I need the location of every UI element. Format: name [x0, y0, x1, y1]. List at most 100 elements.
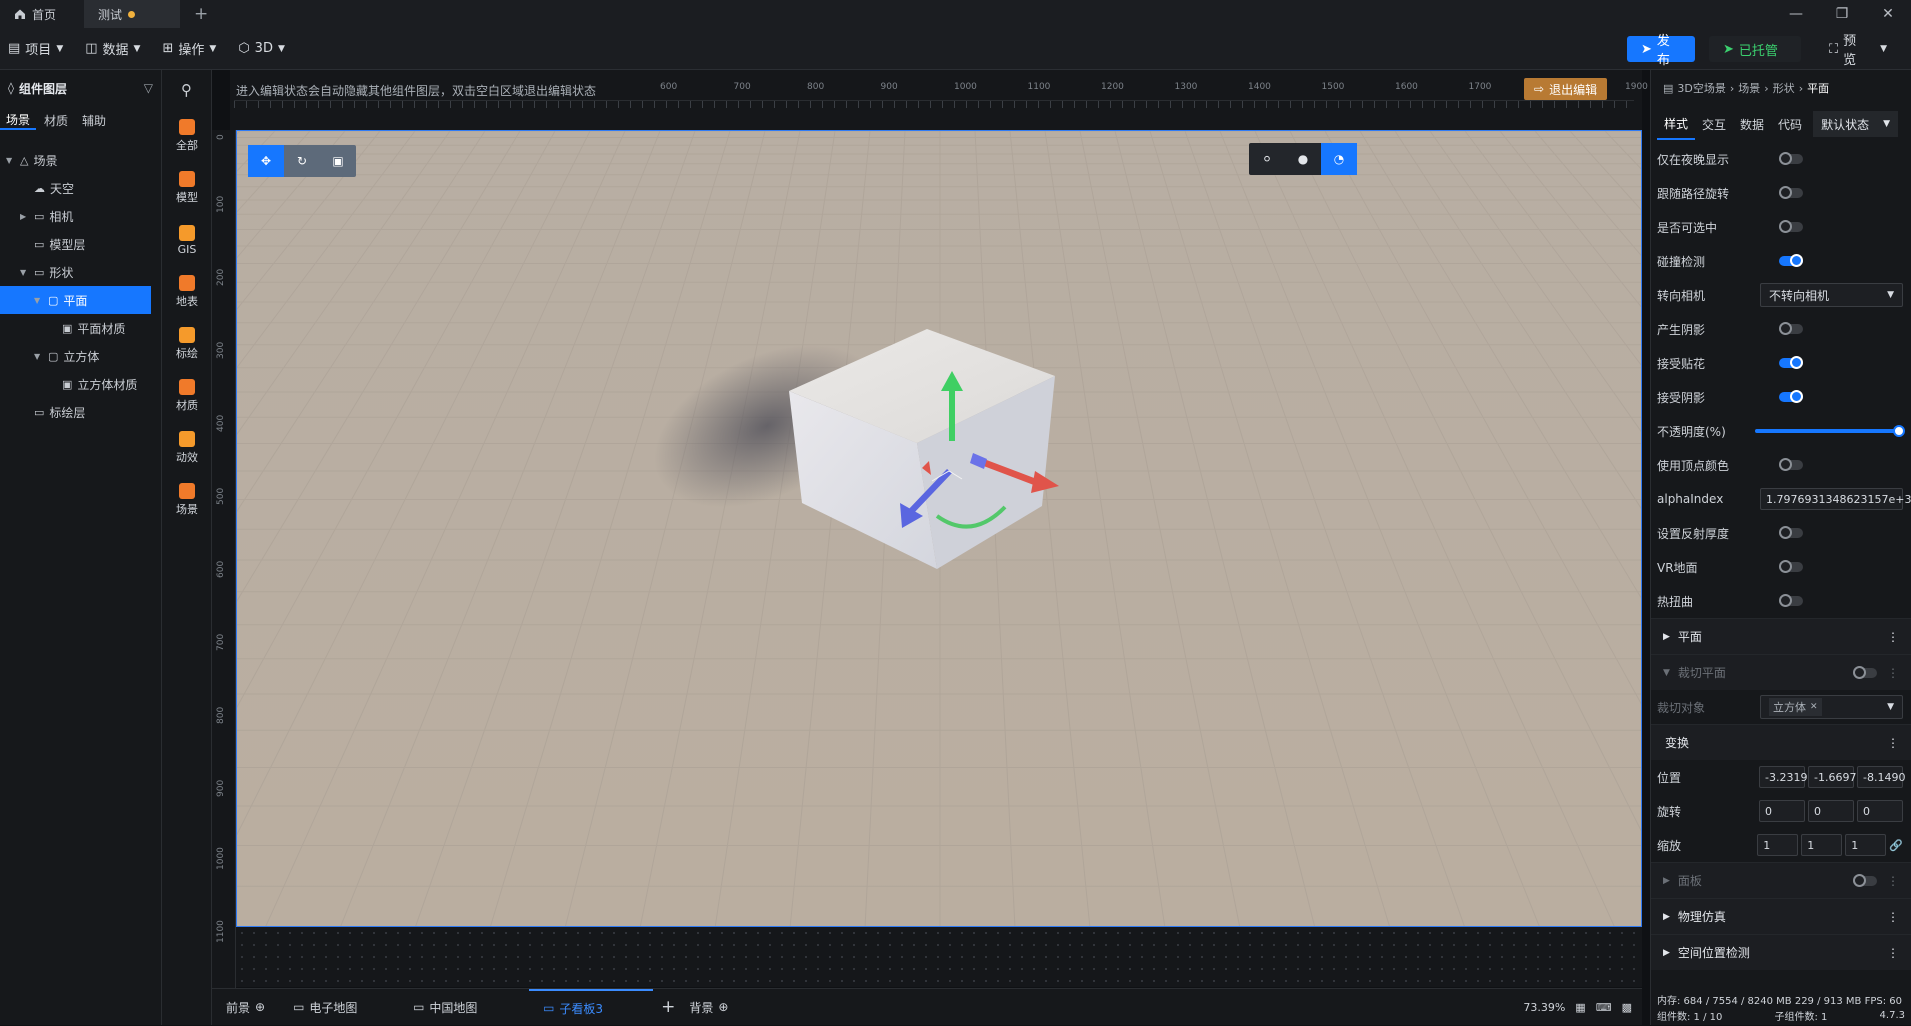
keyboard-icon[interactable]: ⌨	[1596, 1001, 1612, 1014]
more-icon[interactable]: ⋮	[1887, 630, 1899, 644]
breadcrumb-item[interactable]: 3D空场景	[1677, 80, 1725, 96]
prop-toggle[interactable]	[1779, 526, 1803, 539]
prop-toggle[interactable]	[1779, 186, 1803, 199]
close-icon[interactable]: ✕	[1865, 0, 1911, 28]
filter-icon[interactable]: ▽	[144, 81, 153, 95]
category-2[interactable]: GIS	[162, 214, 212, 266]
category-7[interactable]: 场景	[162, 474, 212, 526]
caret-right-icon[interactable]: ▶	[20, 212, 29, 221]
tab-test[interactable]: 测试	[84, 0, 180, 28]
prop-toggle[interactable]	[1779, 594, 1803, 607]
scale-x-input[interactable]: 1	[1757, 834, 1799, 856]
menu-data[interactable]: ◫ 数据 ▼	[85, 39, 140, 58]
category-6[interactable]: 动效	[162, 422, 212, 474]
rotation-y-input[interactable]: 0	[1808, 800, 1854, 822]
prop-toggle[interactable]	[1779, 560, 1803, 573]
clip-plane-toggle[interactable]	[1853, 665, 1877, 679]
caret-down-icon[interactable]: ▼	[34, 296, 43, 305]
more-icon[interactable]: ⋮	[1887, 666, 1899, 680]
fit-screen-icon[interactable]: ▦	[1575, 1001, 1585, 1014]
category-5[interactable]: 材质	[162, 370, 212, 422]
wireframe-globe-icon[interactable]: ⚪	[1249, 143, 1285, 175]
section-plane[interactable]: ▶ 平面 ⋮	[1651, 618, 1911, 654]
category-0[interactable]: 全部	[162, 110, 212, 162]
breadcrumb-item[interactable]: 场景	[1738, 80, 1760, 96]
tree-item[interactable]: ▭ 模型层	[0, 230, 161, 258]
prop-toggle[interactable]	[1779, 254, 1803, 267]
tree-item[interactable]: ▭ 标绘层	[0, 398, 161, 426]
plus-circle-icon[interactable]: ⊕	[718, 1000, 728, 1014]
category-4[interactable]: 标绘	[162, 318, 212, 370]
menu-operate[interactable]: ⊞ 操作 ▼	[162, 39, 216, 58]
menu-project[interactable]: ▤ 项目 ▼	[8, 39, 63, 58]
prop-toggle[interactable]	[1779, 356, 1803, 369]
board-tab-foreground[interactable]: 前景 ⊕	[212, 989, 279, 1026]
publish-button[interactable]: ➤ 发布	[1627, 34, 1695, 68]
clip-target-select[interactable]: 立方体 ✕ ▼	[1760, 695, 1903, 719]
tree-item[interactable]: ▣ 立方体材质	[0, 370, 161, 398]
rotation-z-input[interactable]: 0	[1857, 800, 1903, 822]
category-3[interactable]: 地表	[162, 266, 212, 318]
subtab-scene[interactable]: 场景	[0, 111, 37, 130]
exit-edit-button[interactable]: ⇨ 退出编辑	[1524, 78, 1608, 100]
prop-toggle[interactable]	[1779, 458, 1803, 471]
subtab-helper[interactable]: 辅助	[76, 112, 112, 129]
panel-toggle[interactable]	[1853, 873, 1877, 887]
section-clip-plane[interactable]: ▼ 裁切平面 ⋮	[1651, 654, 1911, 690]
console-icon[interactable]: ▩	[1622, 1001, 1632, 1014]
board-tab-background[interactable]: 背景 ⊕	[683, 989, 742, 1026]
prop-toggle[interactable]	[1779, 152, 1803, 165]
more-icon[interactable]: ⋮	[1887, 946, 1899, 960]
scale-y-input[interactable]: 1	[1801, 834, 1843, 856]
minimize-icon[interactable]: —	[1773, 0, 1819, 28]
restore-icon[interactable]: ❐	[1819, 0, 1865, 28]
section-transform[interactable]: 变换 ⋮	[1651, 724, 1911, 760]
scale-z-input[interactable]: 1	[1845, 834, 1887, 856]
alpha-index-input[interactable]: 1.7976931348623157e+308	[1760, 488, 1911, 510]
tab-style[interactable]: 样式	[1657, 109, 1696, 140]
state-select[interactable]: 默认状态 ▼	[1813, 111, 1898, 137]
opacity-slider[interactable]	[1755, 425, 1905, 437]
3d-viewport[interactable]: ✥ ↻ ▣ ⚪ ● ◔	[236, 130, 1642, 927]
shaded-sphere-icon[interactable]: ◔	[1321, 143, 1357, 175]
search-icon[interactable]: ⚲	[181, 81, 192, 99]
tree-item[interactable]: ▼ ▢ 立方体	[0, 342, 161, 370]
tree-item[interactable]: ▣ 平面材质	[0, 314, 161, 342]
board-tab-electronic-map[interactable]: ▭ 电子地图	[279, 989, 399, 1026]
canvas-background-area[interactable]	[236, 927, 1642, 987]
board-tab-sub-board-3[interactable]: ▭ 子看板3	[529, 988, 654, 1026]
caret-down-icon[interactable]: ▼	[34, 352, 43, 361]
tab-home[interactable]: 首页	[0, 0, 84, 28]
tab-interaction[interactable]: 交互	[1695, 110, 1733, 139]
prop-toggle[interactable]	[1779, 220, 1803, 233]
add-board-button[interactable]: +	[653, 989, 683, 1026]
more-icon[interactable]: ⋮	[1887, 874, 1899, 888]
category-1[interactable]: 模型	[162, 162, 212, 214]
section-physics[interactable]: ▶ 物理仿真 ⋮	[1651, 898, 1911, 934]
scale-tool-button[interactable]: ▣	[320, 145, 356, 177]
new-tab-button[interactable]: +	[180, 0, 222, 28]
caret-down-icon[interactable]: ▼	[6, 156, 15, 165]
tree-item[interactable]: ▼ △ 场景	[0, 146, 161, 174]
menu-3d[interactable]: ⬡ 3D ▼	[238, 41, 285, 56]
tab-code[interactable]: 代码	[1771, 110, 1809, 139]
move-tool-button[interactable]: ✥	[248, 145, 284, 177]
rotate-tool-button[interactable]: ↻	[284, 145, 320, 177]
prop-toggle[interactable]	[1779, 322, 1803, 335]
section-panel[interactable]: ▶ 面板 ⋮	[1651, 862, 1911, 898]
plus-circle-icon[interactable]: ⊕	[255, 1000, 265, 1014]
more-icon[interactable]: ⋮	[1887, 736, 1899, 750]
close-icon[interactable]: ✕	[1810, 702, 1818, 712]
link-icon[interactable]: 🔗	[1889, 839, 1903, 852]
tree-item[interactable]: ▶ ▭ 相机	[0, 202, 161, 230]
breadcrumb-item[interactable]: 平面	[1807, 80, 1829, 96]
preview-button[interactable]: ⛶ 预览 ▼	[1815, 34, 1901, 68]
board-tab-china-map[interactable]: ▭ 中国地图	[399, 989, 529, 1026]
slider-handle[interactable]	[1893, 425, 1905, 437]
position-y-input[interactable]: -1.6697	[1808, 766, 1856, 788]
caret-down-icon[interactable]: ▼	[20, 268, 29, 277]
rotation-x-input[interactable]: 0	[1759, 800, 1805, 822]
prop-select[interactable]: 不转向相机 ▼	[1760, 283, 1903, 307]
tree-item[interactable]: ▼ ▭ 形状	[0, 258, 161, 286]
section-spatial-detection[interactable]: ▶ 空间位置检测 ⋮	[1651, 934, 1911, 970]
